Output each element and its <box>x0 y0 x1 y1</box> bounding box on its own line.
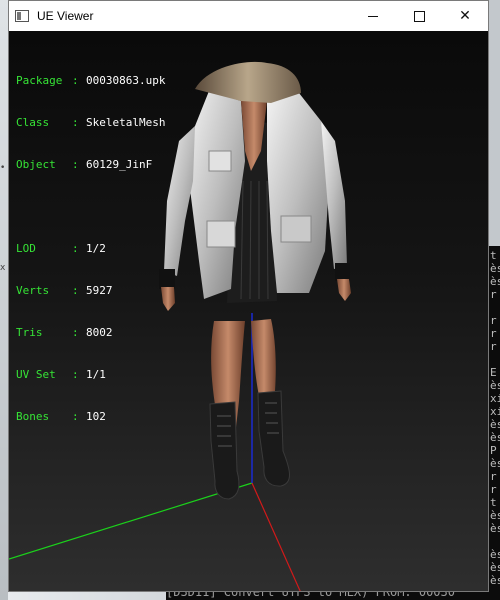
close-button[interactable]: ✕ <box>442 1 488 31</box>
console-line: ès <box>490 262 500 275</box>
console-line: r <box>490 340 497 353</box>
title-bar[interactable]: UE Viewer ✕ <box>9 1 488 31</box>
info-row-package: Package: 00030863.upk <box>16 74 166 87</box>
jacket-pocket <box>280 215 312 243</box>
ue-viewer-app-icon[interactable] <box>15 10 29 22</box>
info-row-verts: Verts: 5927 <box>16 284 113 297</box>
jacket-pocket <box>206 220 236 248</box>
window-title: UE Viewer <box>37 9 94 23</box>
desktop-marker: x <box>0 263 6 273</box>
left-boot <box>209 401 240 500</box>
minimize-icon <box>368 15 378 17</box>
right-hand <box>337 279 351 301</box>
console-line: r <box>490 314 497 327</box>
y-axis-line <box>9 482 253 560</box>
console-line: P <box>490 444 497 457</box>
console-line: E <box>490 366 497 379</box>
minimize-button[interactable] <box>350 1 396 31</box>
desktop-marker: • <box>0 163 6 173</box>
3d-viewport[interactable]: Package: 00030863.upk Class: SkeletalMes… <box>9 31 488 591</box>
info-row-lod: LOD: 1/2 <box>16 242 106 255</box>
console-line: r <box>490 327 497 340</box>
info-spacer <box>16 200 165 214</box>
console-line: t <box>490 496 497 509</box>
info-row-class: Class: SkeletalMesh <box>16 116 166 129</box>
x-axis-line <box>251 482 301 591</box>
console-line: r <box>490 470 497 483</box>
console-line: ès <box>490 509 500 522</box>
background-console-window[interactable]: t ès ès r r r r Eès xi xi ès ès Pès r r t ès ès ès ès ès <box>488 246 500 600</box>
info-row-bones: Bones: 102 <box>16 410 106 423</box>
left-sleeve <box>164 126 195 276</box>
console-line: ès <box>490 561 500 574</box>
right-boot <box>257 390 290 487</box>
ue-viewer-window: UE Viewer ✕ Package: 00030863.upk Class… <box>8 0 489 592</box>
console-line: ès <box>490 275 500 288</box>
console-line: ès <box>490 418 500 431</box>
maximize-button[interactable] <box>396 1 442 31</box>
mesh-info-overlay: Package: 00030863.upk Class: SkeletalMes… <box>16 46 165 452</box>
console-line: xi <box>490 405 500 418</box>
console-line: xi <box>490 392 500 405</box>
info-row-uvset: UV Set: 1/1 <box>16 368 106 381</box>
maximize-icon <box>413 10 425 22</box>
jacket-pocket <box>208 150 232 172</box>
desktop-background: • x <box>0 0 8 600</box>
console-line: ès <box>490 548 500 561</box>
console-line: ès <box>490 379 500 392</box>
console-line: ès <box>490 522 500 535</box>
info-row-tris: Tris: 8002 <box>16 326 113 339</box>
console-line: ès <box>490 457 500 470</box>
console-line: r <box>490 288 497 301</box>
console-line: t <box>490 249 497 262</box>
right-cuff <box>335 263 350 281</box>
console-line: r <box>490 483 497 496</box>
console-line: ès <box>490 431 500 444</box>
info-row-object: Object: 60129_JinF <box>16 158 153 171</box>
close-icon: ✕ <box>459 8 471 24</box>
jacket-right <box>267 93 329 293</box>
